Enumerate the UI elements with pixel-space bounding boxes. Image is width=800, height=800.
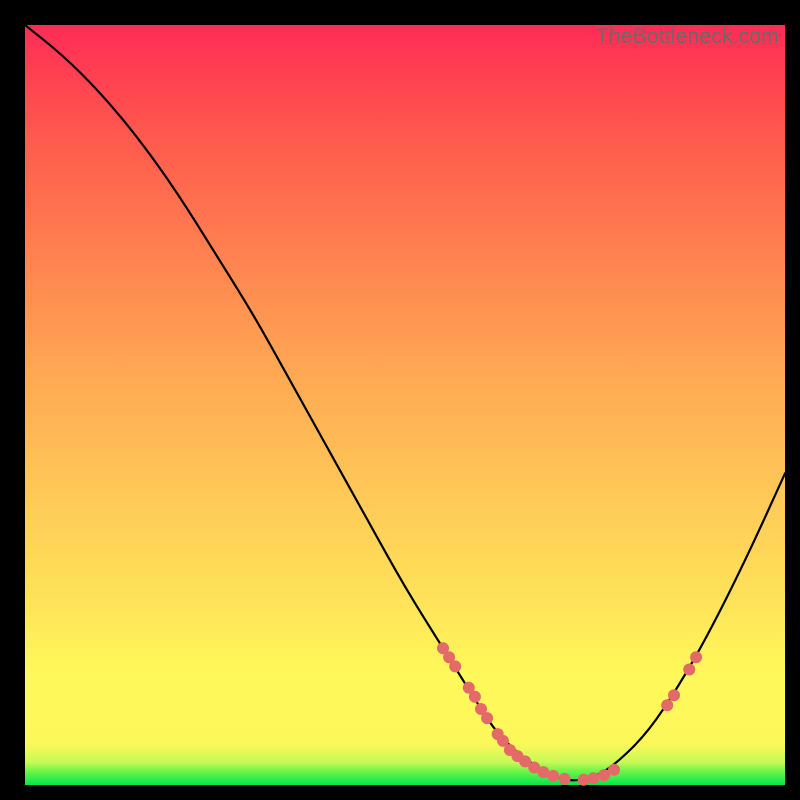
data-marker [449,660,461,672]
data-marker [690,651,702,663]
data-markers [437,642,702,786]
data-marker [547,770,559,782]
data-marker [481,712,493,724]
data-marker [559,773,571,785]
data-marker [661,699,673,711]
data-marker [668,689,680,701]
data-marker [588,772,600,784]
plot-area: TheBottleneck.com [25,25,785,785]
data-marker [683,664,695,676]
data-marker [469,691,481,703]
chart-svg [25,25,785,785]
chart-frame: TheBottleneck.com [5,5,795,795]
watermark-text: TheBottleneck.com [596,25,779,49]
bottleneck-curve [25,25,785,780]
data-marker [608,764,620,776]
